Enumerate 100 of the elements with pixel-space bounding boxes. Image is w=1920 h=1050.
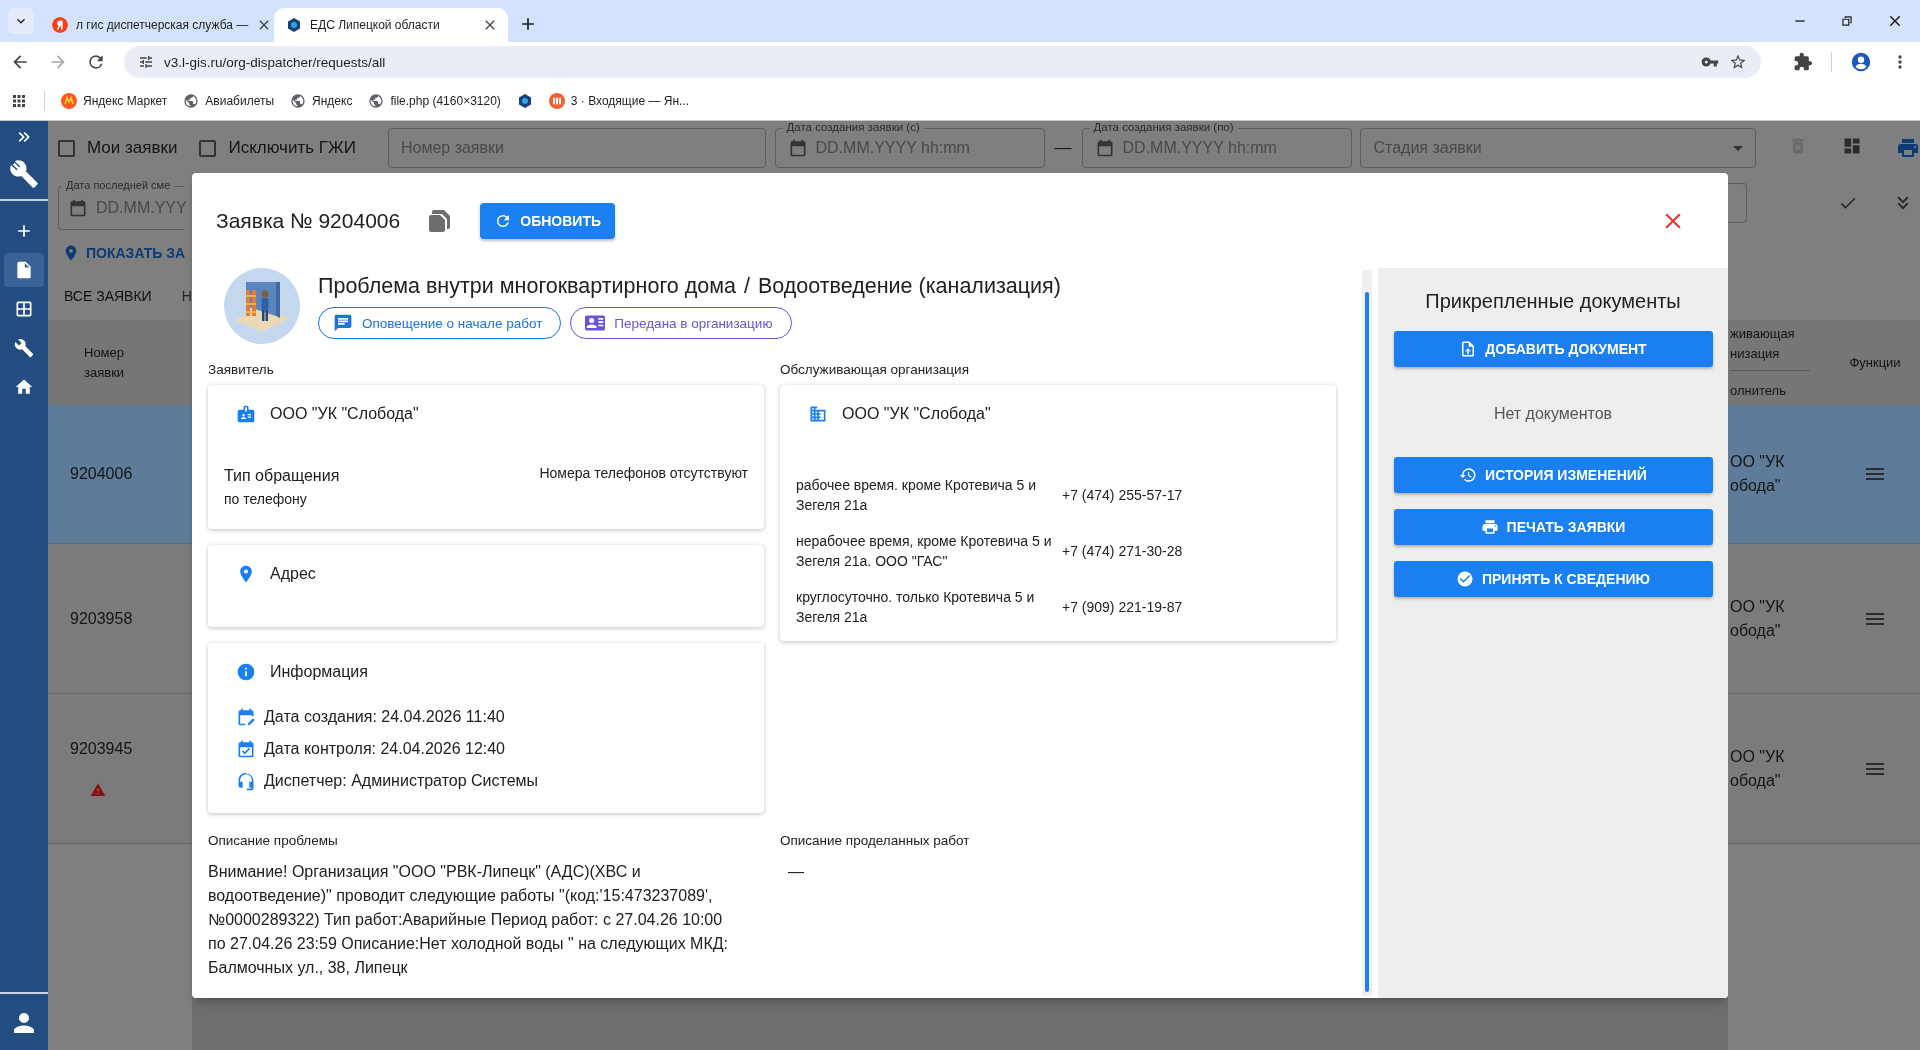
scrollbar[interactable] [1362,270,1372,996]
table-row[interactable]: 9203945 [48,694,192,844]
organization-text: ОО "УК обода" [1730,452,1786,496]
globe-icon [183,93,200,109]
list-tab[interactable]: Н [181,288,192,304]
history-icon [1459,466,1478,484]
add-document-button[interactable]: ДОБАВИТЬ ДОКУМЕНТ [1393,331,1713,367]
profile-icon[interactable] [1850,51,1872,73]
table-row[interactable]: ОО "УК обода" [1728,405,1920,544]
apps-icon[interactable] [10,92,28,110]
field-label: Дата создания заявки (по) [1089,121,1238,134]
problem-description: Внимание! Организация "ООО "РВК-Липецк" (АДС)(ХВС и водоотведение)" проводит следующие работы "(код:'15:473237089', №0000289322) Тип работ:Аварийные Период работ: с 27.04.26 10:00 по 27.04.26 23:59 Описание:Нет холодной воды " на следующих МКД: Балмочных ул., 38, Липецк [208,862,729,978]
reload-icon[interactable] [86,52,106,72]
refresh-button[interactable]: ОБНОВИТЬ [480,202,616,239]
checkbox[interactable] [199,139,217,157]
calendar-icon [68,197,88,218]
status-chip[interactable]: Передана в организацию [570,307,792,339]
panel-title: Прикрепленные документы [1425,290,1681,313]
column-header: Функции [1849,355,1901,370]
sidebar-item[interactable] [4,253,44,287]
request-number: 9204006 [70,465,133,483]
bookmark-icon [516,93,533,109]
globe-icon [290,93,307,109]
field-value: по телефону [224,491,308,507]
phone-number: +7 (474) 271-30-28 [1062,542,1184,561]
headset-icon [236,771,256,791]
tools-icon[interactable] [9,159,39,189]
category-title: Проблема внутри многоквартирного дома [318,274,736,299]
contact-note: нерабочее время, кроме Кротевича 5 и Зегеля 21а. ООО "ГАС" [796,532,1052,571]
message-icon [333,313,353,333]
wrench-icon [14,338,34,358]
bookmark-link[interactable]: file.php (4160×3120) [390,94,501,108]
tab-list-button[interactable] [8,8,34,34]
checkbox[interactable] [58,139,75,157]
url-text: v3.l-gis.ru/org-dispatcher/requests/all [164,54,387,70]
select-field[interactable] [1728,183,1747,223]
bookmark-link[interactable]: Яндекс Маркет [83,94,168,108]
table-row[interactable]: 9203958 [48,544,192,694]
checkbox-label: Мои заявки [87,138,178,158]
warning-icon [90,781,106,798]
section-label: Описание проблемы [208,832,339,850]
bookmark-link[interactable]: Яндекс [312,94,353,108]
map-link[interactable]: ПОКАЗАТЬ ЗА [86,244,186,261]
info-icon [236,662,256,682]
card-title: Информация [270,663,368,681]
field-label: Тип обращения [224,466,340,485]
card-title: Адрес [270,565,316,583]
dialog-title: Заявка № 9204006 [216,208,401,233]
organization-text: ОО "УК обода" [1730,596,1786,641]
restore-icon[interactable] [1840,14,1854,28]
extensions-icon[interactable] [1793,52,1813,72]
empty-text: Нет документов [1493,405,1613,423]
action-button[interactable]: ПЕЧАТЬ ЗАЯВКИ [1393,509,1713,545]
request-number: 9203958 [70,609,133,628]
print-icon [1480,518,1499,536]
home-icon [14,377,34,397]
organization-text: ОО "УК обода" [1730,746,1786,791]
building-icon [808,404,828,424]
info-text: Диспетчер: Администратор Системы [264,772,539,790]
field-label: Дата создания заявки (с) [782,121,924,134]
table-row[interactable]: ОО "УК обода" [1728,694,1920,844]
caret-icon [1733,145,1743,151]
copy-icon[interactable] [428,208,453,233]
mail-icon [548,93,565,109]
separator: / [743,274,750,299]
calendar-check-icon [236,739,256,759]
status-chip[interactable]: Оповещение о начале работ [318,307,562,339]
phones-text: Номера телефонов отсутствуют [539,465,748,481]
checkbox-label: Исключить ГЖИ [228,138,356,158]
dashboard-icon[interactable] [1842,136,1862,156]
bookmark-link[interactable]: Авиабилеты [205,94,275,108]
id-card-icon [585,313,606,333]
list-tab[interactable]: ВСЕ ЗАЯВКИ [64,288,152,304]
bookmark-icon [61,93,77,109]
print-icon[interactable] [1896,136,1920,160]
section-label: Обслуживающая организация [780,361,970,379]
table-icon [14,299,34,319]
work-description: — [788,863,804,880]
column-header: Номер заявки [84,343,126,382]
column-header: олнитель [1730,382,1787,400]
info-text: Дата создания: 24.04.2026 11:40 [264,708,505,726]
badge-icon [236,404,256,424]
field-label: Дата последней сме [62,178,175,192]
calendar-edit-icon [236,707,256,727]
request-number: 9203945 [70,739,133,758]
section-label: Описание проделанных работ [780,832,971,850]
browser-tab[interactable]: ЕДС Липецкой области [274,8,508,42]
star-icon[interactable] [1729,53,1747,71]
browser-tab[interactable]: л гис диспетчерская служба — [40,8,274,42]
table-row[interactable]: 9204006 [48,405,192,544]
table-row[interactable]: ОО "УК обода" [1728,544,1920,694]
range-separator: — [1054,138,1072,158]
action-button[interactable]: ПРИНЯТЬ К СВЕДЕНИЮ [1393,561,1713,597]
action-button[interactable]: ИСТОРИЯ ИЗМЕНЕНИЙ [1393,457,1713,493]
phone-number: +7 (909) 221-19-87 [1062,598,1184,617]
address-bar[interactable]: v3.l-gis.ru/org-dispatcher/requests/all [124,46,1761,78]
favicon-icon [286,17,302,33]
applicant-name: ООО "УК "Слобода" [270,405,419,423]
bookmark-link[interactable]: 3 · Входящие — Ян... [570,94,690,108]
section-label: Заявитель [208,361,275,379]
